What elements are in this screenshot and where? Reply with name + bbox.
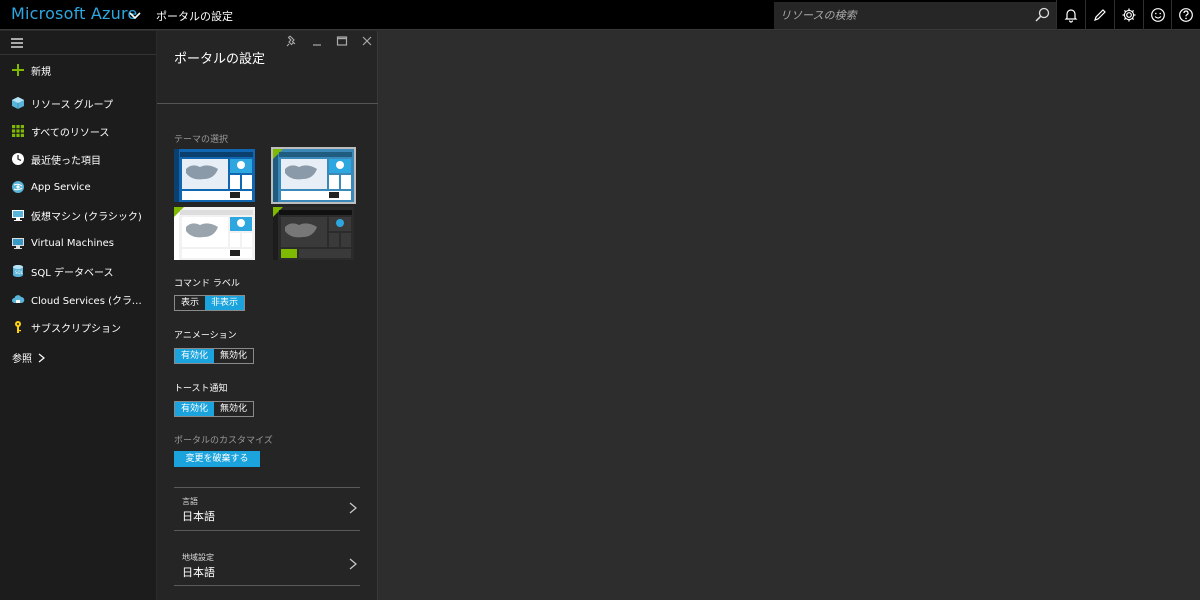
sql-database-icon: SQL	[13, 265, 24, 277]
left-nav: 新規 リソース グループ すべてのリソース 最近使った項目 App Servic…	[0, 31, 156, 600]
bell-icon	[1064, 9, 1078, 23]
chevron-right-icon	[349, 558, 357, 570]
cloud-services-icon	[12, 295, 25, 303]
nav-item-app-service[interactable]: App Service	[0, 173, 156, 201]
content-area	[379, 31, 1200, 600]
blade-title: ポータルの設定	[174, 52, 266, 67]
language-value: 日本語	[182, 510, 215, 523]
nav-item-sql-database[interactable]: SQL SQL データベース	[0, 257, 156, 285]
nav-item-label: Virtual Machines	[31, 237, 114, 249]
all-resources-icon	[12, 125, 24, 137]
nav-item-label: 最近使った項目	[31, 155, 101, 167]
pencil-icon	[1094, 9, 1106, 21]
search-icon[interactable]	[1034, 7, 1050, 23]
pin-icon[interactable]	[285, 34, 299, 48]
search-input[interactable]	[774, 2, 1024, 29]
toast-heading: トースト通知	[174, 384, 228, 394]
region-value: 日本語	[182, 566, 215, 579]
feedback-button[interactable]	[1143, 0, 1172, 30]
nav-new[interactable]: 新規	[0, 56, 156, 84]
command-hide-option[interactable]: 非表示	[205, 296, 245, 310]
app-service-icon	[12, 181, 24, 193]
region-label: 地域設定	[182, 553, 214, 562]
command-show-option[interactable]: 表示	[175, 296, 205, 310]
blade-header: ポータルの設定	[157, 31, 378, 104]
nav-item-cloud-services[interactable]: Cloud Services (クラシック)	[0, 285, 156, 313]
search-box	[774, 2, 1056, 29]
chevron-down-icon[interactable]	[128, 8, 142, 22]
nav-item-recent[interactable]: 最近使った項目	[0, 145, 156, 173]
animation-on-option[interactable]: 有効化	[175, 349, 215, 363]
discard-changes-button[interactable]: 変更を破棄する	[174, 451, 260, 467]
nav-item-label: すべてのリソース	[31, 127, 110, 139]
key-icon	[15, 321, 21, 333]
plus-icon	[12, 64, 24, 76]
animation-heading: アニメーション	[174, 331, 237, 341]
nav-item-label: リソース グループ	[31, 99, 114, 111]
settings-separator	[174, 585, 360, 586]
nav-item-vm-classic[interactable]: 仮想マシン (クラシック)	[0, 201, 156, 229]
theme-light[interactable]	[174, 207, 255, 260]
nav-new-label: 新規	[31, 66, 51, 78]
language-setting[interactable]: 言語 日本語	[174, 489, 360, 527]
toast-off-option[interactable]: 無効化	[214, 402, 253, 416]
maximize-icon[interactable]	[335, 34, 349, 48]
settings-separator	[174, 487, 360, 488]
animation-toggle: 有効化 無効化	[174, 348, 255, 364]
nav-separator	[0, 54, 156, 55]
settings-separator	[174, 530, 360, 531]
nav-item-all-resources[interactable]: すべてのリソース	[0, 117, 156, 145]
vm-classic-icon	[12, 210, 24, 221]
hamburger-icon[interactable]	[11, 38, 23, 48]
edit-button[interactable]	[1085, 0, 1114, 30]
top-bar: Microsoft Azure ポータルの設定	[0, 0, 1200, 30]
smiley-icon	[1151, 8, 1165, 22]
nav-item-label: App Service	[31, 181, 91, 193]
nav-item-label: Cloud Services (クラシック)	[31, 295, 149, 307]
brand-title[interactable]: Microsoft Azure	[11, 4, 137, 23]
nav-item-label: 仮想マシン (クラシック)	[31, 211, 142, 223]
settings-blade: ポータルの設定 テーマの選択 コマンド ラベル 表示 非表示 アニメーション 有…	[157, 31, 378, 600]
clock-icon	[12, 153, 24, 165]
chevron-right-icon	[349, 502, 357, 514]
nav-item-label: サブスクリプション	[31, 323, 121, 335]
chevron-right-icon	[38, 353, 45, 362]
minimize-icon[interactable]	[310, 34, 324, 48]
region-setting[interactable]: 地域設定 日本語	[174, 545, 360, 583]
browse-link[interactable]: 参照	[12, 350, 45, 365]
nav-item-subscriptions[interactable]: サブスクリプション	[0, 313, 156, 341]
close-icon[interactable]	[360, 34, 374, 48]
theme-dark[interactable]	[273, 207, 354, 260]
toast-toggle: 有効化 無効化	[174, 401, 255, 417]
gear-icon	[1122, 8, 1136, 22]
svg-text:SQL: SQL	[15, 270, 24, 275]
nav-item-virtual-machines[interactable]: Virtual Machines	[0, 229, 156, 257]
vm-icon	[12, 238, 24, 249]
language-label: 言語	[182, 497, 198, 506]
notifications-button[interactable]	[1056, 0, 1085, 30]
breadcrumb[interactable]: ポータルの設定	[156, 8, 233, 24]
theme-section-label: テーマの選択	[174, 135, 229, 145]
help-button[interactable]	[1171, 0, 1200, 30]
nav-item-resource-groups[interactable]: リソース グループ	[0, 89, 156, 117]
customize-section-label: ポータルのカスタマイズ	[174, 436, 273, 446]
theme-light-blue[interactable]	[271, 147, 356, 204]
resource-group-icon	[12, 97, 24, 109]
nav-item-label: SQL データベース	[31, 267, 114, 279]
animation-off-option[interactable]: 無効化	[214, 349, 253, 363]
command-label-heading: コマンド ラベル	[174, 279, 240, 289]
toast-on-option[interactable]: 有効化	[175, 402, 215, 416]
command-label-toggle: 表示 非表示	[174, 295, 246, 311]
theme-blue[interactable]	[174, 149, 255, 202]
browse-label: 参照	[12, 354, 32, 365]
settings-button[interactable]	[1114, 0, 1143, 30]
help-icon	[1179, 8, 1193, 22]
